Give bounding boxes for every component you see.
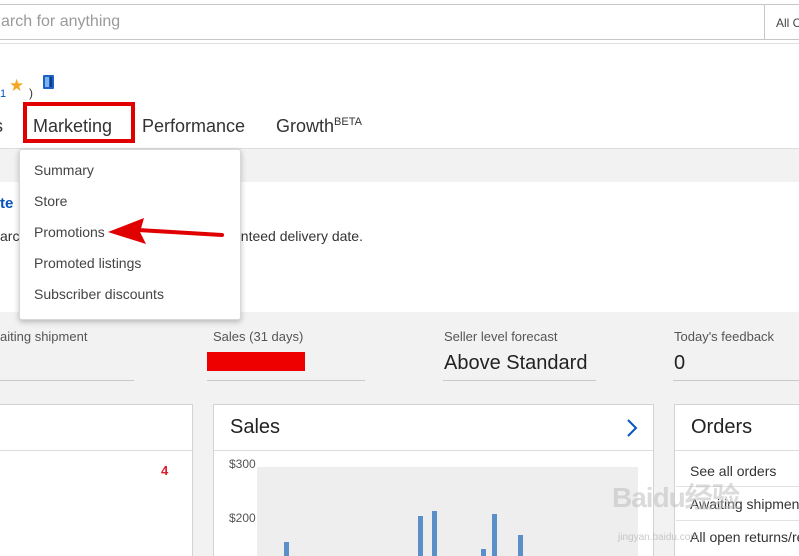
menu-item-summary[interactable]: Summary [34, 162, 94, 178]
banner-title[interactable]: te [0, 195, 13, 212]
stat-awaiting-label: aiting shipment [0, 329, 88, 344]
menu-item-store[interactable]: Store [34, 193, 67, 209]
star-icon: ★ [9, 76, 25, 95]
stat-sales-label: Sales (31 days) [213, 329, 304, 344]
banner-text-left: arc [0, 228, 20, 244]
feedback-paren: ) [29, 86, 33, 100]
beta-badge: BETA [334, 116, 362, 128]
watermark-url: jingyan.baidu.com [618, 532, 699, 543]
tab-performance[interactable]: Performance [142, 116, 245, 137]
chart-bar [481, 549, 486, 556]
tab-growth[interactable]: GrowthBETA [276, 116, 362, 137]
stat-seller-level-label: Seller level forecast [444, 329, 558, 344]
username-fragment[interactable]: 1 [0, 88, 6, 100]
tab-growth-label: Growth [276, 116, 335, 136]
menu-item-promotions[interactable]: Promotions [34, 224, 105, 240]
card-divider [0, 450, 192, 451]
chart-tick-label: $200 [229, 511, 256, 525]
category-select[interactable]: All C [764, 4, 799, 40]
stat-divider [0, 380, 134, 381]
card-divider [214, 450, 653, 451]
stat-divider [443, 380, 596, 381]
tab-orders-fragment[interactable]: s [0, 116, 3, 137]
orders-link-returns[interactable]: All open returns/re [690, 529, 799, 545]
stat-divider [673, 380, 799, 381]
marketing-highlight-box [23, 102, 135, 143]
chart-bar [418, 516, 423, 556]
chart-tick-label: $300 [229, 457, 256, 471]
chart-bar [432, 511, 437, 556]
chevron-right-icon[interactable] [624, 418, 640, 438]
redacted-sales-value [207, 352, 305, 371]
chart-bar [284, 542, 289, 556]
sales-card-title: Sales [230, 416, 281, 438]
seller-badge-icon [43, 75, 54, 89]
menu-item-promoted-listings[interactable]: Promoted listings [34, 255, 141, 271]
stat-divider [207, 380, 365, 381]
search-input[interactable] [0, 4, 764, 40]
menu-item-subscriber-discounts[interactable]: Subscriber discounts [34, 286, 164, 302]
card-divider [675, 450, 799, 451]
watermark-logo: Baidu经验 [612, 482, 740, 513]
task-count[interactable]: 4 [161, 463, 168, 478]
stat-seller-level-value[interactable]: Above Standard [444, 352, 587, 375]
chart-bar [492, 514, 497, 556]
stat-feedback-value[interactable]: 0 [674, 352, 685, 375]
chart-bar [518, 535, 523, 556]
orders-card-title: Orders [691, 416, 753, 438]
orders-separator [676, 520, 799, 521]
banner-text-right: anteed delivery date. [233, 228, 363, 244]
stat-feedback-label: Today's feedback [674, 329, 775, 344]
tasks-card [0, 404, 193, 556]
sales-chart-area [257, 467, 638, 556]
seller-hub-page: All C 1 ★ ) s Marketing Performance Grow… [0, 0, 799, 556]
annotation-arrow-icon [108, 218, 224, 244]
